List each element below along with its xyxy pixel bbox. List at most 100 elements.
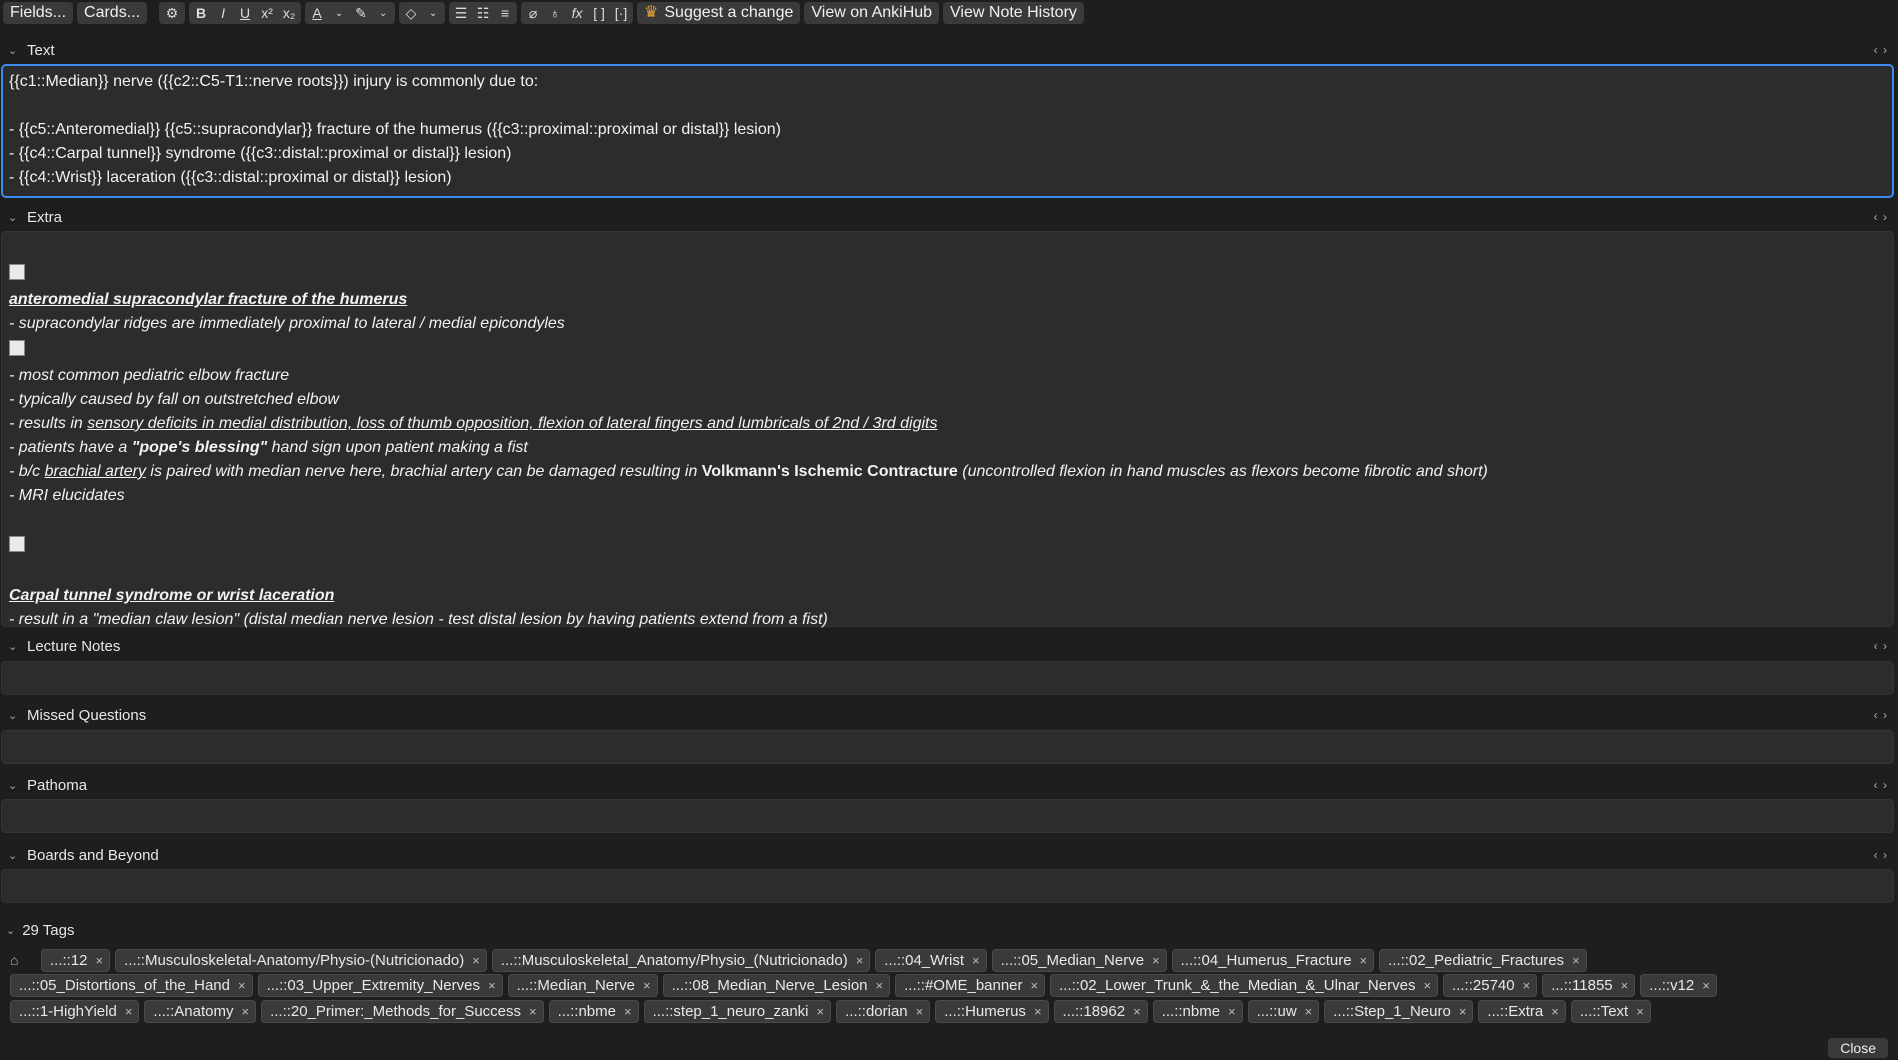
html-toggle-icon[interactable]: ‹ › <box>1874 848 1888 862</box>
text-field-editor[interactable]: {{c1::Median}} nerve ({{c2::C5-T1::nerve… <box>1 64 1894 198</box>
chevron-down-icon[interactable]: ⌄ <box>8 211 20 224</box>
underline-icon[interactable]: U <box>237 5 253 21</box>
suggest-change-button[interactable]: ♛ Suggest a change <box>637 2 801 24</box>
html-toggle-icon[interactable]: ‹ › <box>1874 708 1888 722</box>
html-toggle-icon[interactable]: ‹ › <box>1874 210 1888 224</box>
close-icon[interactable]: × <box>125 1001 133 1022</box>
close-icon[interactable]: × <box>856 950 864 971</box>
close-icon[interactable]: × <box>529 1001 537 1022</box>
tag-chip[interactable]: ...::nbme × <box>548 999 639 1023</box>
tag-chip[interactable]: ...::18962 × <box>1053 999 1148 1023</box>
close-button[interactable]: Close <box>1828 1038 1888 1058</box>
view-note-history-button[interactable]: View Note History <box>943 2 1084 24</box>
close-icon[interactable]: × <box>1152 950 1160 971</box>
text-color-icon[interactable]: A <box>309 5 325 21</box>
numbered-list-icon[interactable]: ☷ <box>475 5 491 22</box>
tag-chip[interactable]: ...::dorian × <box>836 999 931 1023</box>
chevron-down-icon[interactable]: ⌄ <box>8 779 20 792</box>
tag-chip[interactable]: ...::02_Lower_Trunk_&_the_Median_&_Ulnar… <box>1050 973 1439 997</box>
tag-chip[interactable]: ...::02_Pediatric_Fractures × <box>1379 948 1587 972</box>
tag-chip[interactable]: ...::Humerus × <box>935 999 1049 1023</box>
tag-chip[interactable]: ...::11855 × <box>1542 973 1636 997</box>
tag-chip[interactable]: ...::nbme × <box>1152 999 1243 1023</box>
close-icon[interactable]: × <box>1133 1001 1141 1022</box>
field-header-lecture-notes[interactable]: ⌄ Lecture Notes ‹ › <box>0 634 1898 658</box>
cloze-same-icon[interactable]: [·] <box>613 5 629 21</box>
close-icon[interactable]: × <box>1034 1001 1042 1022</box>
field-header-missed-questions[interactable]: ⌄ Missed Questions ‹ › <box>0 703 1898 727</box>
html-toggle-icon[interactable]: ‹ › <box>1874 43 1888 57</box>
cards-button[interactable]: Cards... <box>77 2 148 24</box>
close-icon[interactable]: × <box>1551 1001 1559 1022</box>
view-on-ankihub-button[interactable]: View on AnkiHub <box>804 2 940 24</box>
bold-icon[interactable]: B <box>193 5 209 21</box>
close-icon[interactable]: × <box>1572 950 1580 971</box>
tag-chip[interactable]: ...::1-HighYield × <box>10 999 140 1023</box>
attachment-icon[interactable]: ⌀ <box>525 5 541 22</box>
tag-chip[interactable]: ...::v12 × <box>1640 973 1717 997</box>
tag-chip[interactable]: ...::Step_1_Neuro × <box>1324 999 1474 1023</box>
close-icon[interactable]: × <box>1636 1001 1644 1022</box>
tag-chip[interactable]: ...::Musculoskeletal-Anatomy/Physio-(Nut… <box>115 948 487 972</box>
boards-beyond-field-editor[interactable] <box>1 869 1894 903</box>
chevron-down-icon[interactable]: ⌄ <box>331 8 347 19</box>
close-icon[interactable]: × <box>972 950 980 971</box>
subscript-icon[interactable]: x₂ <box>281 5 297 21</box>
tag-chip[interactable]: ...::04_Wrist × <box>875 948 987 972</box>
extra-field-editor[interactable]: anteromedial supracondylar fracture of t… <box>1 231 1894 628</box>
cloze-icon[interactable]: [ ] <box>591 5 607 21</box>
bullet-list-icon[interactable]: ☰ <box>453 5 469 22</box>
tag-chip[interactable]: ...::Extra × <box>1478 999 1566 1023</box>
close-icon[interactable]: × <box>1228 1001 1236 1022</box>
close-icon[interactable]: × <box>1423 975 1431 996</box>
tags-header[interactable]: ⌄ 29 Tags <box>0 917 74 943</box>
close-icon[interactable]: × <box>1459 1001 1467 1022</box>
tag-chip[interactable]: ...::#OME_banner × <box>895 973 1046 997</box>
close-icon[interactable]: × <box>916 1001 924 1022</box>
close-icon[interactable]: × <box>1305 1001 1313 1022</box>
formula-icon[interactable]: fx <box>569 5 585 21</box>
close-icon[interactable]: × <box>876 975 884 996</box>
tag-chip[interactable]: ...::Median_Nerve × <box>507 973 658 997</box>
fields-button[interactable]: Fields... <box>3 2 74 24</box>
field-header-text[interactable]: ⌄ Text ‹ › <box>0 38 1898 62</box>
close-icon[interactable]: × <box>488 975 496 996</box>
eraser-icon[interactable]: ◇ <box>403 5 419 22</box>
tag-chip[interactable]: ...::08_Median_Nerve_Lesion × <box>662 973 891 997</box>
tag-chip[interactable]: ...::03_Upper_Extremity_Nerves × <box>257 973 503 997</box>
gear-icon[interactable]: ⚙ <box>159 2 186 24</box>
close-icon[interactable]: × <box>472 950 480 971</box>
missed-questions-field-editor[interactable] <box>1 730 1894 764</box>
tag-chip[interactable]: ...::25740 × <box>1443 973 1538 997</box>
tag-chip[interactable]: ...::step_1_neuro_zanki × <box>643 999 832 1023</box>
html-toggle-icon[interactable]: ‹ › <box>1874 778 1888 792</box>
chevron-down-icon[interactable]: ⌄ <box>8 640 20 653</box>
close-icon[interactable]: × <box>96 950 104 971</box>
tag-chip[interactable]: ...::05_Median_Nerve × <box>991 948 1167 972</box>
tag-chip[interactable]: ...::Musculoskeletal_Anatomy/Physio_(Nut… <box>491 948 871 972</box>
close-icon[interactable]: × <box>1621 975 1629 996</box>
tag-chip[interactable]: ...::Anatomy × <box>144 999 257 1023</box>
chevron-down-icon[interactable]: ⌄ <box>425 8 441 19</box>
italic-icon[interactable]: I <box>215 5 231 21</box>
close-icon[interactable]: × <box>1523 975 1531 996</box>
close-icon[interactable]: × <box>1031 975 1039 996</box>
chevron-down-icon[interactable]: ⌄ <box>8 849 20 862</box>
close-icon[interactable]: × <box>238 975 246 996</box>
lecture-notes-field-editor[interactable] <box>1 661 1894 695</box>
close-icon[interactable]: × <box>1702 975 1710 996</box>
highlight-icon[interactable]: ✎ <box>353 5 369 22</box>
tag-chip[interactable]: ...::uw × <box>1247 999 1320 1023</box>
chevron-down-icon[interactable]: ⌄ <box>6 924 15 937</box>
chevron-down-icon[interactable]: ⌄ <box>8 44 20 57</box>
chevron-down-icon[interactable]: ⌄ <box>8 709 20 722</box>
tag-chip[interactable]: ...::05_Distortions_of_the_Hand × <box>10 973 253 997</box>
html-toggle-icon[interactable]: ‹ › <box>1874 639 1888 653</box>
microphone-icon[interactable]: ♁ <box>547 5 563 21</box>
field-header-boards-beyond[interactable]: ⌄ Boards and Beyond ‹ › <box>0 843 1898 867</box>
superscript-icon[interactable]: x² <box>259 5 275 21</box>
field-header-pathoma[interactable]: ⌄ Pathoma ‹ › <box>0 773 1898 797</box>
tag-chip[interactable]: ...::12 × <box>41 948 111 972</box>
close-icon[interactable]: × <box>1360 950 1368 971</box>
close-icon[interactable]: × <box>817 1001 825 1022</box>
